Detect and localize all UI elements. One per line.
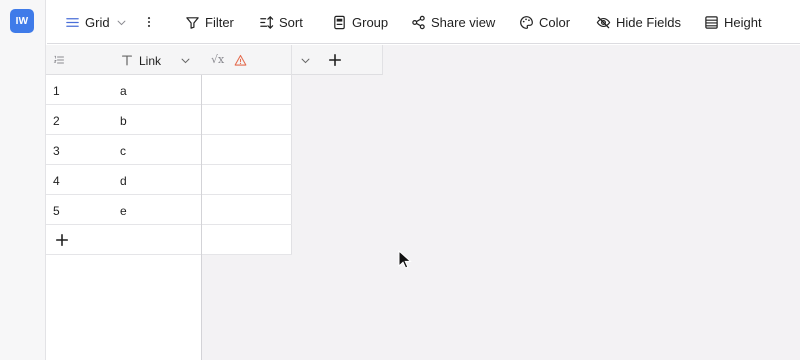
height-label: Height xyxy=(724,14,762,30)
share-icon xyxy=(412,15,425,29)
row-height-button[interactable]: Height xyxy=(704,7,762,37)
add-row[interactable] xyxy=(46,225,292,255)
link-cell[interactable]: a xyxy=(120,84,127,98)
table-row[interactable]: 3 c xyxy=(46,135,292,165)
column-divider xyxy=(201,135,202,165)
row-height-icon xyxy=(705,15,718,29)
workspace-badge[interactable]: IW xyxy=(10,9,34,33)
view-name: Grid xyxy=(85,14,110,30)
column-menu-chevron-icon[interactable] xyxy=(180,55,191,66)
table-row[interactable]: 5 e xyxy=(46,195,292,225)
table-row[interactable]: 2 b xyxy=(46,105,292,135)
column-divider xyxy=(201,225,202,255)
add-row-icon[interactable] xyxy=(55,233,69,247)
warning-icon xyxy=(234,54,247,66)
column-divider xyxy=(201,105,202,135)
grid-view: Link √x 1 a 2 b 3 c 4 d 5 e xyxy=(46,45,800,360)
left-rail: IW xyxy=(0,0,46,360)
share-view-label: Share view xyxy=(431,14,496,30)
sort-icon xyxy=(260,15,274,29)
formula-column-header[interactable]: √x xyxy=(202,45,292,75)
row-index: 4 xyxy=(53,174,60,188)
chevron-down-icon xyxy=(117,20,125,25)
sort-label: Sort xyxy=(279,14,303,30)
sort-button[interactable]: Sort xyxy=(259,7,303,37)
link-cell[interactable]: d xyxy=(120,174,127,188)
hide-fields-label: Hide Fields xyxy=(616,14,682,30)
column-divider xyxy=(201,165,202,195)
row-index: 2 xyxy=(53,114,60,128)
filter-label: Filter xyxy=(205,14,234,30)
column-name-link: Link xyxy=(139,54,162,68)
formula-type-icon: √x xyxy=(211,53,225,66)
add-column-header xyxy=(292,45,383,75)
more-options-button[interactable] xyxy=(142,7,156,37)
funnel-icon xyxy=(186,16,199,29)
color-label: Color xyxy=(539,14,571,30)
grid-lines-icon xyxy=(66,17,79,27)
column-divider xyxy=(201,75,202,105)
eye-off-icon xyxy=(596,16,611,28)
link-cell[interactable]: c xyxy=(120,144,126,158)
row-index: 5 xyxy=(53,204,60,218)
group-button[interactable]: Group xyxy=(332,7,388,37)
table-row[interactable]: 4 d xyxy=(46,165,292,195)
column-divider xyxy=(201,195,202,225)
group-icon xyxy=(334,15,345,29)
group-label: Group xyxy=(352,14,389,30)
link-cell[interactable]: b xyxy=(120,114,127,128)
color-button[interactable]: Color xyxy=(519,7,570,37)
row-number-icon xyxy=(53,55,64,64)
primary-column-header[interactable]: Link xyxy=(46,45,202,75)
link-cell[interactable]: e xyxy=(120,204,127,218)
palette-icon xyxy=(520,15,533,29)
filter-button[interactable]: Filter xyxy=(185,7,234,37)
table-row[interactable]: 1 a xyxy=(46,75,292,105)
share-view-button[interactable]: Share view xyxy=(411,7,495,37)
add-column-icon[interactable] xyxy=(328,53,342,67)
view-toolbar: Grid Filter Sort Group Share view Color … xyxy=(47,0,800,44)
chevron-down-icon[interactable] xyxy=(300,55,311,66)
hide-fields-button[interactable]: Hide Fields xyxy=(596,7,681,37)
row-index: 3 xyxy=(53,144,60,158)
row-index: 1 xyxy=(53,84,60,98)
vertical-dots-icon xyxy=(147,17,151,27)
mouse-pointer-icon xyxy=(398,250,412,269)
text-type-icon xyxy=(122,55,132,66)
view-switcher-button[interactable]: Grid xyxy=(65,7,127,37)
